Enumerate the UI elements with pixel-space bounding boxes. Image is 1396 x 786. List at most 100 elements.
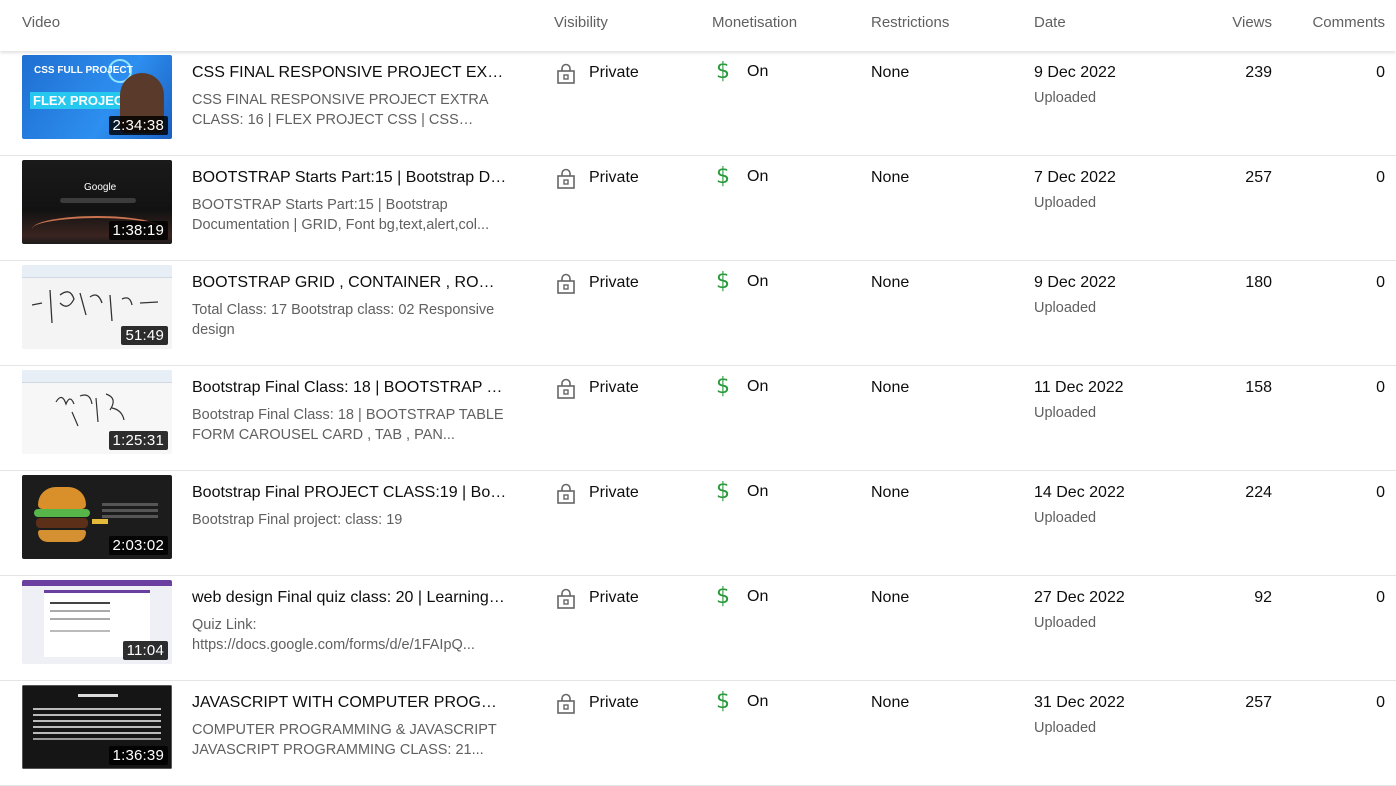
video-title[interactable]: BOOTSTRAP Starts Part:15 | Bootstrap Doc… bbox=[192, 169, 507, 187]
video-description: BOOTSTRAP Starts Part:15 | Bootstrap Doc… bbox=[192, 197, 490, 233]
visibility-cell[interactable]: Private bbox=[556, 167, 639, 189]
views-count: 239 bbox=[1245, 64, 1272, 81]
video-title[interactable]: web design Final quiz class: 20 | Learni… bbox=[192, 589, 507, 607]
burger-bottom-graphic bbox=[38, 530, 86, 542]
monetisation-label: On bbox=[747, 588, 769, 605]
monetisation-cell[interactable]: $ On bbox=[716, 690, 768, 714]
date-value: 9 Dec 2022 bbox=[1034, 64, 1116, 81]
visibility-cell[interactable]: Private bbox=[556, 692, 639, 714]
views-count: 158 bbox=[1245, 379, 1272, 396]
restrictions-value: None bbox=[871, 274, 910, 291]
table-row[interactable]: Google 1:38:19 BOOTSTRAP Starts Part:15 … bbox=[0, 156, 1396, 261]
date-value: 7 Dec 2022 bbox=[1034, 169, 1116, 186]
date-value: 9 Dec 2022 bbox=[1034, 274, 1116, 291]
restrictions-value: None bbox=[871, 694, 910, 711]
search-bar-graphic bbox=[60, 198, 136, 203]
restrictions-value: None bbox=[871, 379, 910, 396]
video-duration: 51:49 bbox=[121, 326, 168, 345]
visibility-cell[interactable]: Private bbox=[556, 482, 639, 504]
views-count: 180 bbox=[1245, 274, 1272, 291]
video-title[interactable]: Bootstrap Final Class: 18 | BOOTSTRAP TA… bbox=[192, 379, 507, 397]
visibility-label: Private bbox=[589, 694, 639, 711]
upload-status: Uploaded bbox=[1034, 300, 1097, 316]
visibility-label: Private bbox=[589, 64, 639, 81]
visibility-label: Private bbox=[589, 274, 639, 291]
video-description: Quiz Link: https://docs.google.com/forms… bbox=[192, 617, 475, 653]
page-button-graphic bbox=[92, 519, 108, 524]
column-header-visibility[interactable]: Visibility bbox=[554, 14, 608, 31]
table-row[interactable]: 1:25:31 Bootstrap Final Class: 18 | BOOT… bbox=[0, 366, 1396, 471]
upload-status: Uploaded bbox=[1034, 510, 1097, 526]
column-header-date[interactable]: Date bbox=[1034, 14, 1066, 31]
restrictions-value: None bbox=[871, 169, 910, 186]
video-duration: 1:25:31 bbox=[108, 431, 168, 450]
comments-count: 0 bbox=[1376, 169, 1385, 186]
monetisation-label: On bbox=[747, 273, 769, 290]
monetisation-cell[interactable]: $ On bbox=[716, 480, 768, 504]
visibility-cell[interactable]: Private bbox=[556, 62, 639, 84]
visibility-cell[interactable]: Private bbox=[556, 377, 639, 399]
video-description: Total Class: 17 Bootstrap class: 02 Resp… bbox=[192, 302, 495, 338]
monetisation-cell[interactable]: $ On bbox=[716, 60, 768, 84]
dollar-icon: $ bbox=[716, 164, 730, 189]
column-header-restrictions[interactable]: Restrictions bbox=[871, 14, 949, 31]
lock-icon bbox=[557, 483, 575, 504]
video-thumbnail[interactable]: 51:49 bbox=[22, 265, 172, 349]
paint-toolbar-graphic bbox=[22, 265, 172, 278]
lock-icon bbox=[557, 273, 575, 294]
monetisation-label: On bbox=[747, 63, 769, 80]
table-header: Video Visibility Monetisation Restrictio… bbox=[0, 0, 1396, 51]
dollar-icon: $ bbox=[716, 689, 730, 714]
monetisation-label: On bbox=[747, 168, 769, 185]
table-row[interactable]: 1:36:39 JAVASCRIPT WITH COMPUTER PROGRAM… bbox=[0, 681, 1396, 786]
dollar-icon: $ bbox=[716, 584, 730, 609]
column-header-views[interactable]: Views bbox=[1232, 14, 1272, 31]
thumbnail-caption: Google bbox=[84, 182, 117, 193]
dollar-icon: $ bbox=[716, 479, 730, 504]
video-description: COMPUTER PROGRAMMING & JAVASCRIPT JAVASC… bbox=[192, 722, 497, 758]
handwriting-sketch bbox=[31, 289, 159, 324]
video-title[interactable]: BOOTSTRAP GRID , CONTAINER , ROW , COL..… bbox=[192, 274, 507, 292]
monetisation-cell[interactable]: $ On bbox=[716, 270, 768, 294]
visibility-label: Private bbox=[589, 484, 639, 501]
lock-icon bbox=[557, 168, 575, 189]
views-count: 257 bbox=[1245, 694, 1272, 711]
table-row[interactable]: 2:03:02 Bootstrap Final PROJECT CLASS:19… bbox=[0, 471, 1396, 576]
comments-count: 0 bbox=[1376, 484, 1385, 501]
monetisation-cell[interactable]: $ On bbox=[716, 375, 768, 399]
video-list: CSS FULL PROJECT FLEX PROJECT 2:34:38 CS… bbox=[0, 51, 1396, 786]
video-duration: 11:04 bbox=[122, 641, 168, 660]
video-thumbnail[interactable]: CSS FULL PROJECT FLEX PROJECT 2:34:38 bbox=[22, 55, 172, 139]
thumbnail-caption: CSS FULL PROJECT bbox=[34, 65, 133, 76]
visibility-cell[interactable]: Private bbox=[556, 587, 639, 609]
comments-count: 0 bbox=[1376, 274, 1385, 291]
video-title[interactable]: CSS FINAL RESPONSIVE PROJECT EXTRA CLASS… bbox=[192, 64, 507, 82]
monetisation-cell[interactable]: $ On bbox=[716, 165, 768, 189]
video-title[interactable]: JAVASCRIPT WITH COMPUTER PROGRAMMING... bbox=[192, 694, 507, 712]
table-row[interactable]: CSS FULL PROJECT FLEX PROJECT 2:34:38 CS… bbox=[0, 51, 1396, 156]
video-description: CSS FINAL RESPONSIVE PROJECT EXTRA CLASS… bbox=[192, 92, 488, 128]
column-header-monetisation[interactable]: Monetisation bbox=[712, 14, 797, 31]
column-header-video[interactable]: Video bbox=[22, 14, 60, 31]
thumbnail-caption-highlight: FLEX PROJECT bbox=[30, 92, 135, 109]
video-thumbnail[interactable]: 1:25:31 bbox=[22, 370, 172, 454]
visibility-cell[interactable]: Private bbox=[556, 272, 639, 294]
comments-count: 0 bbox=[1376, 589, 1385, 606]
monetisation-label: On bbox=[747, 378, 769, 395]
video-thumbnail[interactable]: Google 1:38:19 bbox=[22, 160, 172, 244]
table-row[interactable]: 51:49 BOOTSTRAP GRID , CONTAINER , ROW ,… bbox=[0, 261, 1396, 366]
video-title[interactable]: Bootstrap Final PROJECT CLASS:19 | Boots… bbox=[192, 484, 507, 502]
burger-lettuce-graphic bbox=[34, 509, 90, 517]
restrictions-value: None bbox=[871, 64, 910, 81]
column-header-comments[interactable]: Comments bbox=[1312, 14, 1385, 31]
table-row[interactable]: 11:04 web design Final quiz class: 20 | … bbox=[0, 576, 1396, 681]
monetisation-cell[interactable]: $ On bbox=[716, 585, 768, 609]
date-value: 14 Dec 2022 bbox=[1034, 484, 1125, 501]
slide-heading-graphic bbox=[78, 694, 118, 697]
lock-icon bbox=[557, 378, 575, 399]
video-thumbnail[interactable]: 2:03:02 bbox=[22, 475, 172, 559]
upload-status: Uploaded bbox=[1034, 615, 1097, 631]
video-thumbnail[interactable]: 11:04 bbox=[22, 580, 172, 664]
video-thumbnail[interactable]: 1:36:39 bbox=[22, 685, 172, 769]
views-count: 257 bbox=[1245, 169, 1272, 186]
